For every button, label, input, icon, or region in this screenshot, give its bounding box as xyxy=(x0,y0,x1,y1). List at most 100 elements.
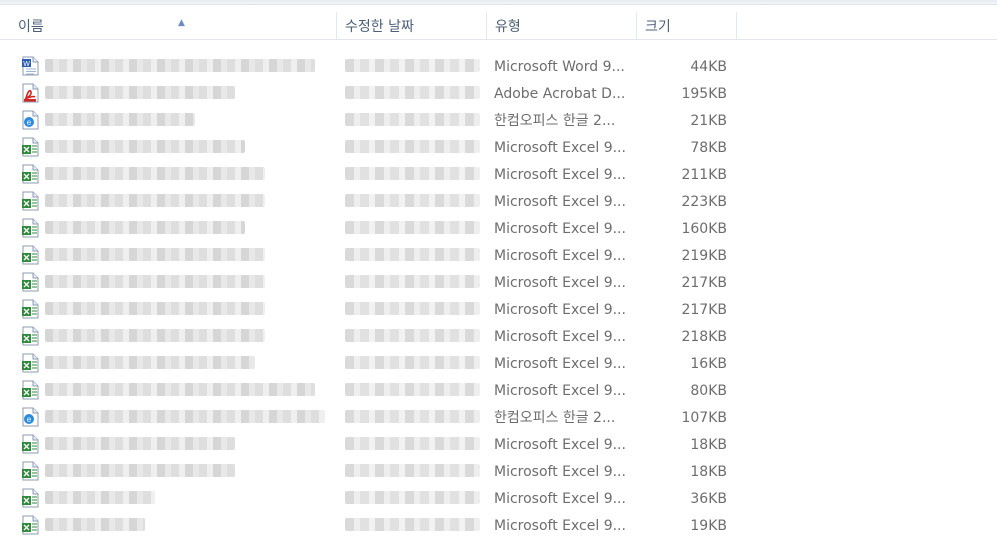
file-row[interactable]: e 한컴오피스 한글 2... 107KB xyxy=(0,405,997,432)
file-type-cell: Microsoft Excel 9... xyxy=(494,437,626,453)
file-size-cell: 80KB xyxy=(690,383,727,399)
sort-ascending-icon: ▲ xyxy=(178,18,185,28)
column-header-name[interactable]: 이름 ▲ xyxy=(10,12,337,39)
modified-date-redacted xyxy=(345,518,480,531)
hwp-doc-icon: e xyxy=(21,407,40,427)
file-type-cell: Microsoft Excel 9... xyxy=(494,194,626,210)
file-size-cell: 107KB xyxy=(681,410,727,426)
file-row[interactable]: Microsoft Excel 9... 18KB xyxy=(0,459,997,486)
file-name-redacted xyxy=(45,248,265,261)
file-type-cell: Adobe Acrobat D... xyxy=(494,86,626,102)
word-doc-icon: W xyxy=(21,56,40,76)
file-size-cell: 218KB xyxy=(681,329,727,345)
file-name-redacted xyxy=(45,167,265,180)
excel-doc-icon xyxy=(21,488,40,508)
file-size-cell: 44KB xyxy=(690,59,727,75)
file-size-cell: 18KB xyxy=(690,464,727,480)
file-row[interactable]: Microsoft Excel 9... 211KB xyxy=(0,162,997,189)
file-name-redacted xyxy=(45,275,265,288)
file-size-cell: 19KB xyxy=(690,518,727,534)
excel-doc-icon xyxy=(21,461,40,481)
file-size-cell: 18KB xyxy=(690,437,727,453)
file-name-redacted xyxy=(45,302,265,315)
modified-date-redacted xyxy=(345,221,480,234)
modified-date-redacted xyxy=(345,356,480,369)
file-row[interactable]: Microsoft Excel 9... 78KB xyxy=(0,135,997,162)
excel-doc-icon xyxy=(21,515,40,535)
file-type-cell: Microsoft Excel 9... xyxy=(494,248,626,264)
column-header-date-label: 수정한 날짜 xyxy=(345,19,414,35)
file-name-redacted xyxy=(45,113,195,126)
file-name-redacted xyxy=(45,59,315,72)
toolbar-strip xyxy=(0,0,997,5)
file-name-redacted xyxy=(45,221,245,234)
file-name-redacted xyxy=(45,491,155,504)
column-header-type-label: 유형 xyxy=(495,19,521,35)
file-name-redacted xyxy=(45,86,235,99)
file-name-redacted xyxy=(45,437,235,450)
excel-doc-icon xyxy=(21,326,40,346)
file-row[interactable]: Microsoft Excel 9... 80KB xyxy=(0,378,997,405)
file-type-cell: Microsoft Excel 9... xyxy=(494,383,626,399)
excel-doc-icon xyxy=(21,245,40,265)
file-type-cell: Microsoft Excel 9... xyxy=(494,356,626,372)
file-size-cell: 211KB xyxy=(681,167,727,183)
modified-date-redacted xyxy=(345,248,480,261)
excel-doc-icon xyxy=(21,434,40,454)
file-size-cell: 195KB xyxy=(681,86,727,102)
file-type-cell: Microsoft Excel 9... xyxy=(494,275,626,291)
file-row[interactable]: Microsoft Excel 9... 217KB xyxy=(0,297,997,324)
excel-doc-icon xyxy=(21,353,40,373)
file-row[interactable]: Microsoft Excel 9... 218KB xyxy=(0,324,997,351)
file-size-cell: 21KB xyxy=(690,113,727,129)
file-type-cell: 한컴오피스 한글 2... xyxy=(494,410,616,426)
file-row[interactable]: Microsoft Excel 9... 19KB xyxy=(0,513,997,540)
file-row[interactable]: Adobe Acrobat D... 195KB xyxy=(0,81,997,108)
modified-date-redacted xyxy=(345,86,480,99)
excel-doc-icon xyxy=(21,272,40,292)
file-name-redacted xyxy=(45,410,325,423)
excel-doc-icon xyxy=(21,380,40,400)
modified-date-redacted xyxy=(345,383,480,396)
hwp-doc-icon: e xyxy=(21,110,40,130)
file-size-cell: 217KB xyxy=(681,275,727,291)
file-row[interactable]: Microsoft Excel 9... 217KB xyxy=(0,270,997,297)
file-type-cell: Microsoft Excel 9... xyxy=(494,167,626,183)
file-row[interactable]: Microsoft Excel 9... 16KB xyxy=(0,351,997,378)
modified-date-redacted xyxy=(345,491,480,504)
excel-doc-icon xyxy=(21,218,40,238)
file-type-cell: Microsoft Word 9... xyxy=(494,59,625,75)
modified-date-redacted xyxy=(345,329,480,342)
file-type-cell: 한컴오피스 한글 2... xyxy=(494,113,616,129)
file-name-redacted xyxy=(45,329,265,342)
column-header-size[interactable]: 크기 xyxy=(637,12,737,39)
file-row[interactable]: Microsoft Excel 9... 219KB xyxy=(0,243,997,270)
file-type-cell: Microsoft Excel 9... xyxy=(494,518,626,534)
svg-text:e: e xyxy=(27,118,32,127)
file-row[interactable]: Microsoft Excel 9... 18KB xyxy=(0,432,997,459)
file-type-cell: Microsoft Excel 9... xyxy=(494,491,626,507)
file-row[interactable]: Microsoft Excel 9... 160KB xyxy=(0,216,997,243)
file-row[interactable]: Microsoft Excel 9... 223KB xyxy=(0,189,997,216)
column-header-date[interactable]: 수정한 날짜 xyxy=(337,12,487,39)
file-row[interactable]: Microsoft Excel 9... 36KB xyxy=(0,486,997,513)
modified-date-redacted xyxy=(345,140,480,153)
pdf-icon xyxy=(21,83,40,103)
file-type-cell: Microsoft Excel 9... xyxy=(494,140,626,156)
file-name-redacted xyxy=(45,383,315,396)
column-header-bar: 이름 ▲ 수정한 날짜 유형 크기 xyxy=(0,12,997,40)
file-size-cell: 78KB xyxy=(690,140,727,156)
file-row[interactable]: e 한컴오피스 한글 2... 21KB xyxy=(0,108,997,135)
file-row[interactable]: W Microsoft Word 9... 44KB xyxy=(0,54,997,81)
modified-date-redacted xyxy=(345,167,480,180)
file-name-redacted xyxy=(45,518,145,531)
modified-date-redacted xyxy=(345,194,480,207)
excel-doc-icon xyxy=(21,164,40,184)
file-type-cell: Microsoft Excel 9... xyxy=(494,302,626,318)
excel-doc-icon xyxy=(21,191,40,211)
file-size-cell: 217KB xyxy=(681,302,727,318)
column-header-type[interactable]: 유형 xyxy=(487,12,637,39)
excel-doc-icon xyxy=(21,137,40,157)
file-list: W Microsoft Word 9... 44KB Adobe Acrobat D.… xyxy=(0,54,997,540)
svg-text:W: W xyxy=(23,61,30,68)
